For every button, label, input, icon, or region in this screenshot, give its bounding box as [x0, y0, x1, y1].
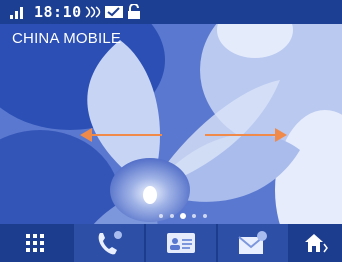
arrow-left-icon	[80, 128, 162, 142]
carrier-label: CHINA MOBILE	[12, 30, 122, 47]
page-indicator	[159, 213, 207, 219]
home-screen: 18:10 CHINA MOBILE	[0, 0, 342, 262]
home-button[interactable]	[290, 224, 342, 262]
clock-time: 18:10	[34, 3, 82, 21]
messages-icon	[238, 231, 267, 254]
apps-icon	[26, 234, 44, 252]
lock-icon	[128, 4, 140, 19]
phone-icon	[98, 231, 122, 255]
messages-button[interactable]	[218, 224, 288, 262]
status-bar: 18:10	[0, 0, 342, 24]
contacts-button[interactable]	[146, 224, 216, 262]
phone-button[interactable]	[74, 224, 144, 262]
arrow-right-icon	[205, 128, 287, 142]
message-icon	[105, 6, 123, 18]
sync-icon	[85, 6, 101, 18]
contacts-icon	[167, 233, 195, 253]
home-icon	[305, 234, 328, 253]
apps-button[interactable]	[0, 224, 70, 262]
signal-icon	[10, 7, 23, 19]
dock-bar	[0, 224, 342, 262]
